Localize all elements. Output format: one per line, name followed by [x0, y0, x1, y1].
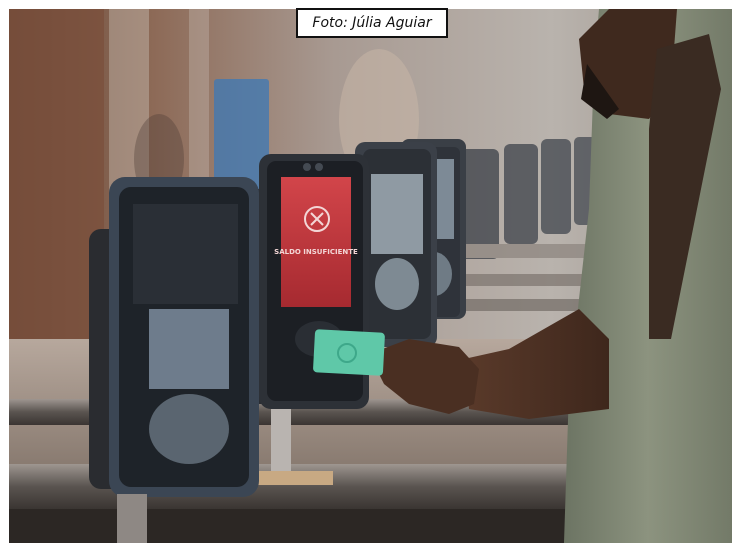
- error-screen: [281, 177, 351, 307]
- validator-near: [89, 177, 259, 543]
- turnstile-photo: SALDO INSUFICIENTE: [9, 9, 732, 543]
- photo-scene: SALDO INSUFICIENTE: [9, 9, 732, 543]
- transit-card: [313, 329, 385, 376]
- screen-status-text: SALDO INSUFICIENTE: [274, 248, 358, 256]
- photo-credit: Foto: Júlia Aguiar: [296, 8, 448, 38]
